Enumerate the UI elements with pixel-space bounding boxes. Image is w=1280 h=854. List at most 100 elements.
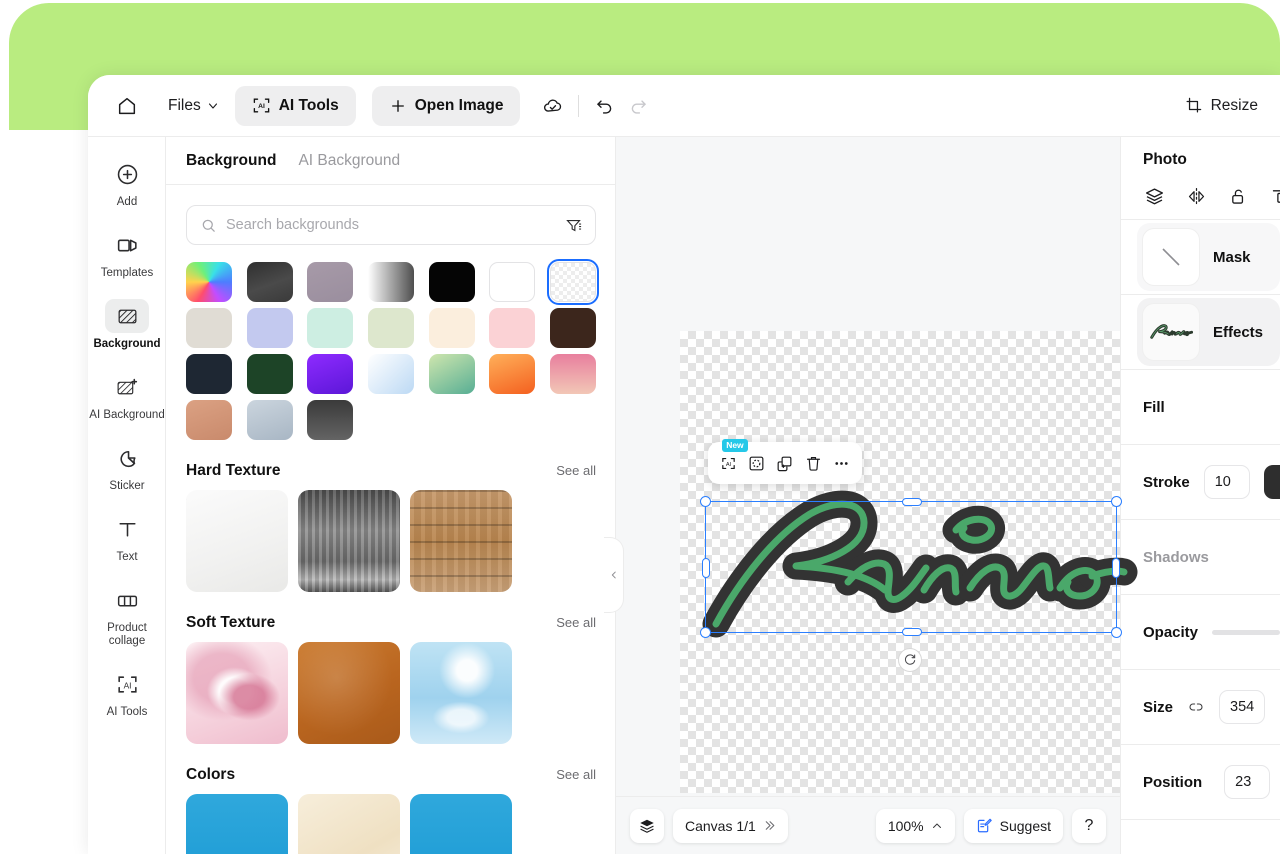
undo-arrow-icon[interactable] [587, 89, 621, 123]
ai-brackets-icon[interactable]: New AI [715, 439, 748, 476]
swatch-graphite-fade[interactable] [307, 400, 354, 440]
swatch-pink-fade[interactable] [549, 354, 596, 394]
swatch-mint[interactable] [307, 308, 354, 348]
panel-collapse-toggle[interactable] [604, 537, 624, 613]
link-icon[interactable] [1187, 698, 1205, 716]
marble-texture[interactable] [186, 490, 288, 592]
effects-row[interactable]: Effects [1121, 295, 1280, 370]
position-input[interactable]: 23 [1224, 765, 1271, 799]
opacity-slider[interactable] [1212, 629, 1280, 635]
brushed-metal-texture[interactable] [298, 490, 400, 592]
align-top-icon[interactable] [1269, 185, 1280, 207]
stroke-color-swatch[interactable] [1263, 465, 1280, 499]
search-input[interactable] [226, 217, 556, 233]
sidebar-item-background[interactable]: Background [88, 291, 166, 357]
resize-handle-bottom-right[interactable] [1111, 627, 1122, 638]
tab-ai-background[interactable]: AI Background [298, 152, 400, 170]
cream-color-bg[interactable] [298, 794, 400, 854]
redo-arrow-icon[interactable] [621, 89, 655, 123]
blue-color-bg-2[interactable] [410, 794, 512, 854]
sidebar-item-product-collage[interactable]: Product collage [88, 575, 166, 654]
swatch-warm-grey[interactable] [186, 308, 232, 348]
sidebar-item-add[interactable]: Add [88, 149, 166, 215]
sidebar-item-ai-tools[interactable]: AI AI Tools [88, 659, 166, 725]
swatch-cream[interactable] [428, 308, 475, 348]
layers-icon[interactable] [1143, 185, 1165, 207]
swatch-periwinkle[interactable] [246, 308, 293, 348]
zoom-control[interactable]: 100% [875, 808, 955, 843]
tab-background[interactable]: Background [186, 152, 276, 170]
flip-horizontal-icon[interactable] [1185, 185, 1207, 207]
help-button[interactable]: ? [1072, 808, 1106, 843]
trash-icon[interactable] [800, 450, 826, 476]
swatch-terracotta[interactable] [186, 400, 232, 440]
files-menu[interactable]: Files [168, 97, 219, 115]
resize-handle-bottom-left[interactable] [700, 627, 711, 638]
filter-icon[interactable] [565, 217, 582, 234]
resize-handle-bottom-center[interactable] [902, 628, 922, 636]
resize-handle-middle-left[interactable] [702, 558, 710, 578]
search-backgrounds-field[interactable] [186, 205, 596, 245]
swatch-orange-gradient[interactable] [489, 354, 536, 394]
wood-planks-texture[interactable] [410, 490, 512, 592]
canvas-area[interactable]: New AI [616, 137, 1142, 854]
swatch-ice-blue-gradient[interactable] [367, 354, 414, 394]
tan-leather-texture[interactable] [298, 642, 400, 744]
primo-effect-thumb[interactable] [1143, 304, 1199, 360]
cutout-circle-icon[interactable] [744, 450, 770, 476]
resize-handle-top-left[interactable] [700, 496, 711, 507]
swatch-transparent[interactable] [546, 259, 599, 305]
blue-color-bg[interactable] [186, 794, 288, 854]
swatch-steel-blue-grey[interactable] [246, 400, 293, 440]
more-dots-icon[interactable] [829, 450, 855, 476]
cloud-check-icon[interactable] [536, 89, 570, 123]
pink-silk-texture[interactable] [186, 642, 288, 744]
see-all-link[interactable]: See all [556, 615, 596, 630]
sidebar-item-templates[interactable]: Templates [88, 220, 166, 286]
swatch-sage[interactable] [367, 308, 414, 348]
swatch-black[interactable] [428, 262, 475, 302]
size-row[interactable]: Size 354 [1121, 670, 1280, 745]
swatch-dusty-mauve[interactable] [307, 262, 354, 302]
opacity-row[interactable]: Opacity [1121, 595, 1280, 670]
mask-group[interactable]: Mask [1137, 223, 1280, 291]
mask-row[interactable]: Mask [1121, 220, 1280, 295]
position-row[interactable]: Position 23 [1121, 745, 1280, 820]
water-splash-texture[interactable] [410, 642, 512, 744]
swatch-violet-gradient[interactable] [307, 354, 354, 394]
resize-button[interactable]: Resize [1184, 96, 1258, 115]
home-icon[interactable] [110, 89, 144, 123]
swatch-green-gradient[interactable] [428, 354, 475, 394]
selection-bounding-box[interactable] [700, 496, 1122, 638]
swatch-forest-green[interactable] [246, 354, 293, 394]
diagonal-line-icon[interactable] [1143, 229, 1199, 285]
layers-button[interactable] [630, 808, 664, 843]
stroke-row[interactable]: Stroke 10 [1121, 445, 1280, 520]
shadows-row[interactable]: Shadows [1121, 520, 1280, 595]
swatch-rainbow-gradient[interactable] [186, 262, 232, 302]
swatch-blush-pink[interactable] [489, 308, 536, 348]
rotate-icon[interactable] [898, 648, 922, 672]
effects-group[interactable]: Effects [1137, 298, 1280, 366]
sidebar-item-text[interactable]: Text [88, 504, 166, 570]
suggest-button[interactable]: Suggest [963, 808, 1063, 843]
swatch-navy-ink[interactable] [186, 354, 232, 394]
duplicate-icon[interactable] [772, 450, 798, 476]
swatch-dark-charcoal[interactable] [246, 262, 293, 302]
canvas-selector[interactable]: Canvas 1/1 [673, 808, 788, 843]
swatch-white[interactable] [489, 262, 536, 302]
sidebar-item-sticker[interactable]: Sticker [88, 433, 166, 499]
swatch-grey-fade[interactable] [367, 262, 414, 302]
ai-tools-button[interactable]: AI AI Tools [234, 85, 356, 126]
fill-row[interactable]: Fill [1121, 370, 1280, 445]
resize-handle-middle-right[interactable] [1112, 558, 1120, 578]
sidebar-item-ai-background[interactable]: AI Background [88, 362, 166, 428]
resize-handle-top-right[interactable] [1111, 496, 1122, 507]
stroke-width-input[interactable]: 10 [1203, 465, 1250, 499]
size-input[interactable]: 354 [1219, 690, 1266, 724]
see-all-link[interactable]: See all [556, 767, 596, 782]
unlock-icon[interactable] [1227, 185, 1249, 207]
open-image-button[interactable]: Open Image [371, 85, 521, 126]
see-all-link[interactable]: See all [556, 463, 596, 478]
resize-handle-top-center[interactable] [902, 498, 922, 506]
